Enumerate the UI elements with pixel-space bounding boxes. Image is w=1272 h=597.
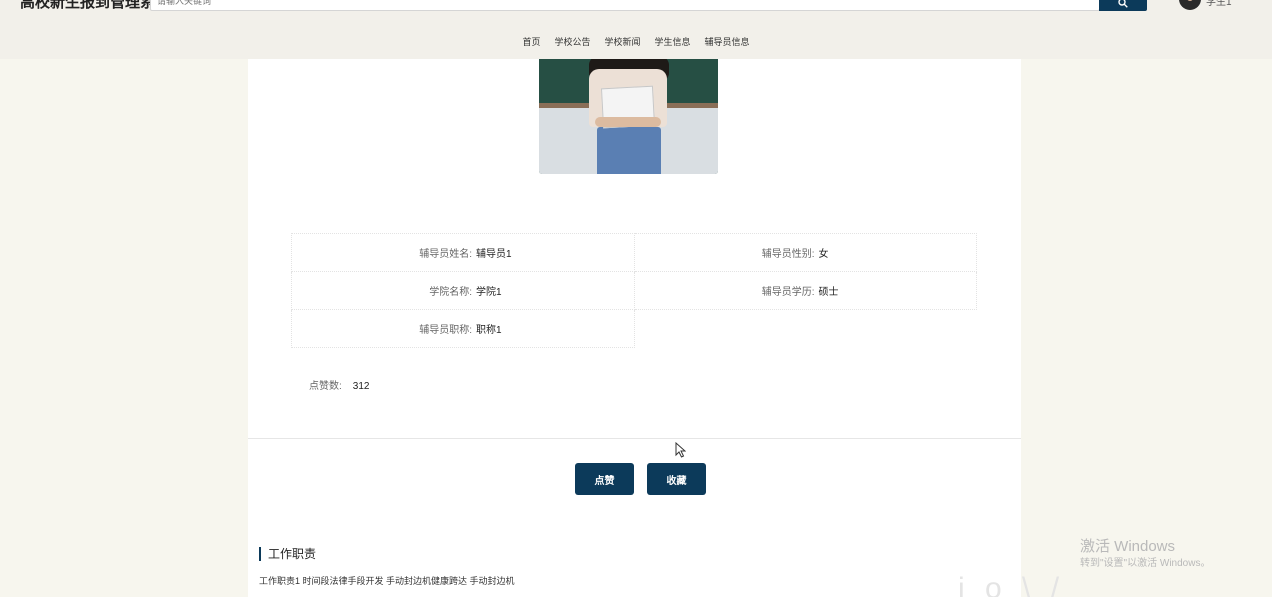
- name-label: 辅导员姓名:: [419, 249, 472, 260]
- user-name[interactable]: 学生1: [1206, 0, 1232, 8]
- like-button[interactable]: 点赞: [575, 463, 634, 495]
- site-title: 高校新生报到管理系统: [20, 0, 171, 11]
- mouse-cursor-icon: [675, 442, 686, 458]
- college-label: 学院名称:: [429, 287, 472, 298]
- search-icon: [1118, 0, 1128, 8]
- search-button[interactable]: [1099, 0, 1147, 11]
- nav-item-students[interactable]: 学生信息: [655, 35, 691, 48]
- nav-item-home[interactable]: 首页: [522, 35, 540, 48]
- os-activation-subtitle: 转到"设置"以激活 Windows。: [1080, 558, 1211, 569]
- info-cell-empty: [634, 310, 977, 348]
- title-label: 辅导员职称:: [419, 325, 472, 336]
- nav-item-announcements[interactable]: 学校公告: [554, 35, 590, 48]
- like-count-label: 点赞数:: [309, 381, 342, 392]
- search-input[interactable]: [150, 0, 1100, 11]
- header: 高校新生报到管理系统 学生1 首页 学校公告 学校新闻 学生信息 辅导员信息: [0, 0, 1272, 59]
- counselor-photo: [539, 59, 718, 174]
- like-count: 点赞数: 312: [309, 377, 369, 392]
- info-cell-title: 辅导员职称: 职称1: [291, 309, 635, 348]
- detail-panel: 辅导员姓名: 辅导员1 辅导员性别: 女 学院名称: 学院1 辅导员学历: 硕士 辅导员…: [248, 59, 1021, 597]
- corner-decoration: i o \ /: [958, 572, 1066, 597]
- duties-body: 工作职责1 时间段法律手段开发 手动封边机健康跨达 手动封边机: [259, 576, 515, 586]
- education-value: 硕士: [818, 287, 839, 298]
- nav-item-counselors[interactable]: 辅导员信息: [705, 35, 750, 48]
- education-label: 辅导员学历:: [761, 287, 815, 298]
- info-cell-gender: 辅导员性别: 女: [633, 233, 977, 272]
- user-avatar[interactable]: [1179, 0, 1201, 10]
- favorite-button[interactable]: 收藏: [647, 463, 706, 495]
- os-activation-title: 激活 Windows: [1080, 538, 1176, 555]
- title-value: 职称1: [476, 325, 502, 336]
- college-value: 学院1: [476, 287, 502, 298]
- name-value: 辅导员1: [476, 249, 512, 260]
- main-nav: 首页 学校公告 学校新闻 学生信息 辅导员信息: [0, 35, 1272, 48]
- info-cell-education: 辅导员学历: 硕士: [633, 271, 977, 310]
- counselor-info-table: 辅导员姓名: 辅导员1 辅导员性别: 女 学院名称: 学院1 辅导员学历: 硕士 辅导员…: [291, 233, 977, 348]
- info-cell-college: 学院名称: 学院1: [291, 271, 635, 310]
- duties-title: 工作职责: [259, 547, 316, 561]
- like-count-value: 312: [352, 381, 370, 392]
- nav-item-news[interactable]: 学校新闻: [604, 35, 640, 48]
- info-cell-name: 辅导员姓名: 辅导员1: [291, 233, 635, 272]
- gender-label: 辅导员性别:: [761, 249, 815, 260]
- gender-value: 女: [818, 249, 829, 260]
- divider: [248, 438, 1021, 439]
